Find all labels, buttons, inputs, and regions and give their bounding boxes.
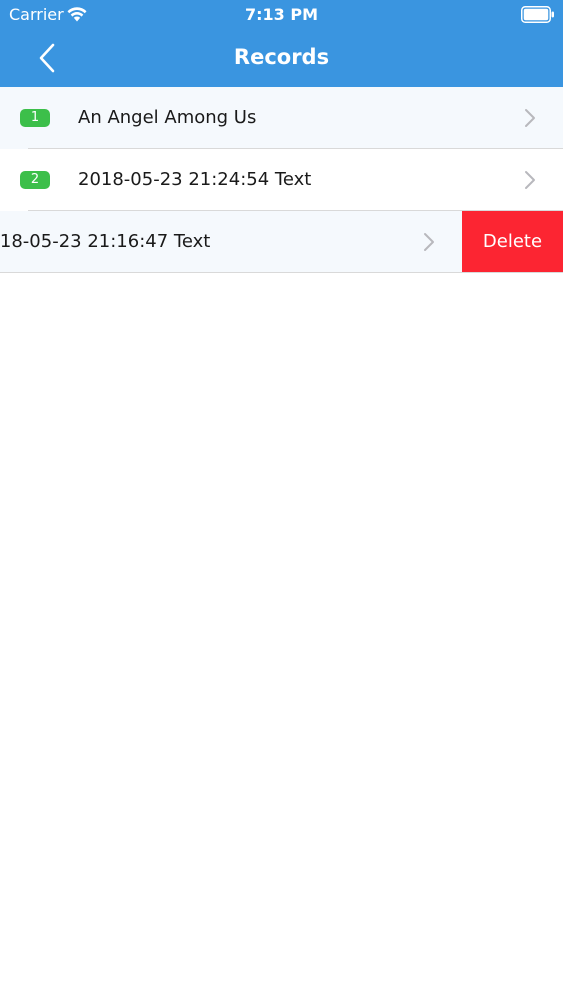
status-bar: Carrier 7:13 PM [0, 0, 563, 30]
list-item-swiped[interactable]: 3 2018-05-23 21:16:47 Text Delete [0, 211, 563, 273]
chevron-right-icon [525, 109, 535, 127]
list-item-content: 3 2018-05-23 21:16:47 Text [0, 211, 462, 273]
record-title: 2018-05-23 21:24:54 Text [78, 169, 312, 190]
page-title: Records [233, 45, 330, 69]
list-item-content: 2 2018-05-23 21:24:54 Text [0, 149, 563, 211]
chevron-right-icon [525, 171, 535, 189]
list-item[interactable]: 1 An Angel Among Us [0, 87, 563, 149]
list-item-content: 1 An Angel Among Us [0, 87, 563, 149]
record-number-badge: 2 [20, 171, 50, 189]
battery-icon [521, 6, 554, 23]
records-list: 1 An Angel Among Us 2 2018-05-23 21:24:5… [0, 87, 563, 273]
record-title: 2018-05-23 21:16:47 Text [0, 231, 211, 252]
record-number-badge: 1 [20, 109, 50, 127]
list-item[interactable]: 2 2018-05-23 21:24:54 Text [0, 149, 563, 211]
navigation-header: Carrier 7:13 PM Records [0, 0, 563, 87]
delete-button[interactable]: Delete [462, 211, 563, 273]
row-divider [0, 272, 563, 273]
chevron-right-icon [424, 233, 434, 251]
status-clock: 7:13 PM [244, 5, 318, 24]
record-title: An Angel Among Us [78, 107, 257, 128]
